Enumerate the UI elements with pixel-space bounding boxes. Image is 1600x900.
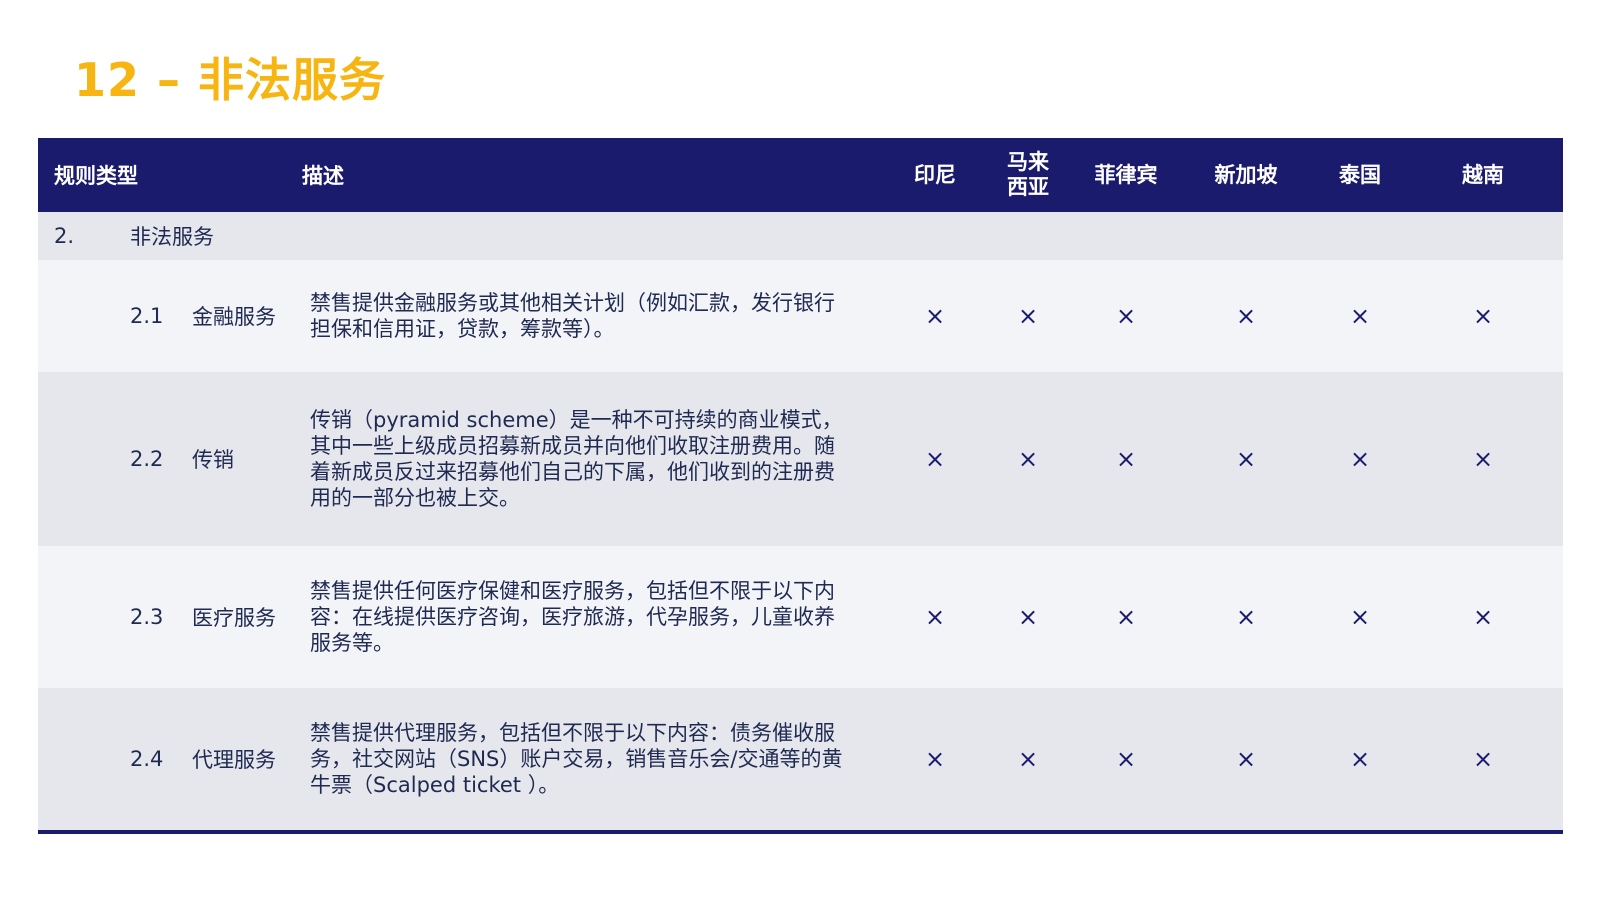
header-country-thailand: 泰国 [1339, 162, 1381, 187]
cross-mark-icon: × [1017, 745, 1039, 773]
table-bottom-rule [38, 830, 1563, 834]
group-row: 2. 非法服务 [38, 212, 1563, 260]
cross-mark-icon: × [1017, 603, 1039, 631]
slide: 12 – 非法服务 规则类型 描述 印尼 马来西亚 菲律宾 新加坡 泰国 越南 … [0, 0, 1600, 900]
cross-mark-icon: × [1115, 603, 1137, 631]
cross-mark-icon: × [1235, 302, 1257, 330]
cross-mark-icon: × [1235, 445, 1257, 473]
row-name: 传销 [192, 448, 234, 472]
row-description: 禁售提供金融服务或其他相关计划（例如汇款，发行银行担保和信用证，贷款，筹款等）。 [310, 291, 835, 341]
cross-mark-icon: × [924, 445, 946, 473]
row-description: 禁售提供代理服务，包括但不限于以下内容：债务催收服务，社交网站（SNS）账户交易… [310, 721, 843, 797]
row-name: 金融服务 [192, 305, 276, 329]
cross-mark-icon: × [1017, 302, 1039, 330]
header-country-philippines: 菲律宾 [1094, 162, 1158, 187]
cross-mark-icon: × [1349, 603, 1371, 631]
cross-mark-icon: × [924, 302, 946, 330]
cross-mark-icon: × [1472, 445, 1494, 473]
cross-mark-icon: × [1472, 603, 1494, 631]
header-country-malaysia: 马来西亚 [995, 138, 1061, 212]
rules-table: 规则类型 描述 印尼 马来西亚 菲律宾 新加坡 泰国 越南 2. 非法服务 2.… [38, 138, 1563, 834]
row-description: 禁售提供任何医疗保健和医疗服务，包括但不限于以下内容：在线提供医疗咨询，医疗旅游… [310, 579, 835, 655]
cross-mark-icon: × [1235, 603, 1257, 631]
row-name: 代理服务 [192, 748, 276, 772]
cross-mark-icon: × [1115, 302, 1137, 330]
group-number: 2. [54, 224, 75, 248]
cross-mark-icon: × [1472, 745, 1494, 773]
header-country-vietnam: 越南 [1462, 162, 1504, 187]
table-row: 2.2 传销 传销（pyramid scheme）是一种不可持续的商业模式，其中… [38, 372, 1563, 546]
row-number: 2.2 [130, 447, 164, 471]
table-row: 2.3 医疗服务 禁售提供任何医疗保健和医疗服务，包括但不限于以下内容：在线提供… [38, 546, 1563, 688]
row-number: 2.4 [130, 747, 164, 771]
row-number: 2.1 [130, 304, 164, 328]
header-country-singapore: 新加坡 [1214, 162, 1278, 187]
cross-mark-icon: × [924, 603, 946, 631]
cross-mark-icon: × [1235, 745, 1257, 773]
table-header: 规则类型 描述 印尼 马来西亚 菲律宾 新加坡 泰国 越南 [38, 138, 1563, 212]
header-description: 描述 [302, 164, 344, 188]
row-name: 医疗服务 [192, 606, 276, 630]
cross-mark-icon: × [1017, 445, 1039, 473]
cross-mark-icon: × [1349, 745, 1371, 773]
table-row: 2.4 代理服务 禁售提供代理服务，包括但不限于以下内容：债务催收服务，社交网站… [38, 688, 1563, 830]
cross-mark-icon: × [1472, 302, 1494, 330]
cross-mark-icon: × [1115, 445, 1137, 473]
page-title: 12 – 非法服务 [74, 53, 387, 107]
cross-mark-icon: × [1349, 302, 1371, 330]
header-rule-type: 规则类型 [54, 164, 138, 188]
row-description: 传销（pyramid scheme）是一种不可持续的商业模式，其中一些上级成员招… [310, 408, 843, 510]
header-country-indonesia: 印尼 [914, 162, 956, 187]
table-row: 2.1 金融服务 禁售提供金融服务或其他相关计划（例如汇款，发行银行担保和信用证… [38, 260, 1563, 372]
header-country-malaysia-label: 马来西亚 [1007, 150, 1049, 199]
row-number: 2.3 [130, 605, 164, 629]
group-label: 非法服务 [130, 225, 214, 249]
cross-mark-icon: × [924, 745, 946, 773]
cross-mark-icon: × [1349, 445, 1371, 473]
cross-mark-icon: × [1115, 745, 1137, 773]
